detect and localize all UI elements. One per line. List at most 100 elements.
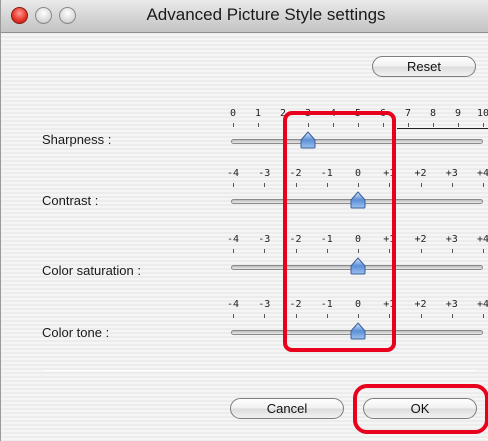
divider-line [397, 128, 488, 129]
tick-mark [308, 123, 309, 127]
tick-mark [451, 183, 453, 187]
tick-mark [358, 249, 359, 253]
tick-mark [389, 183, 391, 187]
tick-label: +1 [383, 299, 396, 310]
tick-label: +2 [414, 299, 427, 310]
tick-label: 1 [254, 108, 262, 119]
tick-label: +2 [414, 168, 427, 179]
cancel-button[interactable]: Cancel [230, 398, 344, 419]
close-window-icon[interactable] [11, 7, 28, 24]
tick-mark [295, 314, 297, 318]
tick-label: 3 [304, 108, 312, 119]
tick-mark [258, 123, 259, 127]
tick-label: +4 [476, 299, 488, 310]
tick-mark [233, 249, 234, 253]
tick-mark [264, 314, 266, 318]
tick-mark [264, 249, 266, 253]
tick-mark [408, 123, 409, 127]
tick-mark [389, 314, 391, 318]
tick-label: -2 [289, 168, 302, 179]
contrast-slider[interactable]: -4 -3 -2 -1 0 +1 +2 +3 +4 [226, 168, 488, 214]
tick-label: 2 [279, 108, 287, 119]
tick-mark [451, 314, 453, 318]
tick-mark [333, 123, 334, 127]
tick-label: 0 [229, 108, 237, 119]
color-tone-label: Color tone : [42, 325, 110, 340]
advanced-picture-style-dialog: Advanced Picture Style settings Reset Sh… [0, 0, 488, 441]
tick-mark [389, 249, 391, 253]
tick-mark [264, 183, 266, 187]
tick-label: -4 [226, 234, 240, 245]
tick-label: -3 [258, 299, 271, 310]
slider-track[interactable] [231, 139, 483, 144]
tick-label: +3 [445, 168, 458, 179]
tick-mark [451, 249, 453, 253]
tick-mark [295, 183, 297, 187]
tick-label: +2 [414, 234, 427, 245]
tick-mark [326, 314, 328, 318]
tick-label: -4 [226, 168, 240, 179]
tick-label: 0 [354, 234, 362, 245]
tick-mark [383, 123, 384, 127]
tick-label: +3 [445, 299, 458, 310]
tick-mark [295, 249, 297, 253]
tick-label: +3 [445, 234, 458, 245]
minimize-window-icon[interactable] [35, 7, 52, 24]
tick-mark [483, 123, 484, 127]
tick-label: 10 [476, 108, 488, 119]
tick-label: -3 [258, 234, 271, 245]
window-title: Advanced Picture Style settings [146, 5, 386, 24]
tick-label: -1 [320, 299, 333, 310]
tick-label: +4 [476, 234, 488, 245]
tick-label: +1 [383, 168, 396, 179]
tick-mark [233, 183, 234, 187]
tick-mark [233, 123, 234, 127]
tick-label: +4 [476, 168, 488, 179]
slider-thumb-icon[interactable] [350, 257, 366, 275]
reset-button[interactable]: Reset [372, 56, 476, 77]
tick-mark [326, 183, 328, 187]
tick-label: -1 [320, 168, 333, 179]
tick-label: -1 [320, 234, 333, 245]
tick-label: 0 [354, 168, 362, 179]
tick-mark [326, 249, 328, 253]
zoom-window-icon[interactable] [59, 7, 76, 24]
tick-label: 6 [379, 108, 387, 119]
slider-thumb-icon[interactable] [300, 131, 316, 149]
tick-label: -4 [226, 299, 240, 310]
tick-label: 8 [429, 108, 437, 119]
tick-label: -3 [258, 168, 271, 179]
tick-label: 4 [329, 108, 337, 119]
tick-mark [483, 314, 484, 318]
separator [42, 370, 477, 371]
tick-mark [458, 123, 459, 127]
tick-label: -2 [289, 299, 302, 310]
tick-mark [483, 249, 484, 253]
slider-thumb-icon[interactable] [350, 322, 366, 340]
color-tone-slider[interactable]: -4 -3 -2 -1 0 +1 +2 +3 +4 [226, 299, 488, 345]
tick-mark [358, 123, 359, 127]
tick-mark [233, 314, 234, 318]
tick-label: 7 [404, 108, 412, 119]
tick-mark [420, 314, 422, 318]
tick-label: 5 [354, 108, 362, 119]
color-saturation-label: Color saturation : [42, 263, 141, 278]
tick-mark [358, 183, 359, 187]
contrast-label: Contrast : [42, 193, 99, 208]
ok-button[interactable]: OK [363, 398, 477, 419]
title-bar[interactable]: Advanced Picture Style settings [1, 0, 488, 33]
tick-mark [420, 249, 422, 253]
color-saturation-slider[interactable]: -4 -3 -2 -1 0 +1 +2 +3 +4 [226, 234, 488, 280]
sharpness-slider[interactable]: 0 1 2 3 4 5 6 7 8 9 10 [226, 108, 488, 154]
tick-mark [483, 183, 484, 187]
tick-label: +1 [383, 234, 396, 245]
tick-mark [358, 314, 359, 318]
tick-mark [433, 123, 434, 127]
tick-label: 9 [454, 108, 462, 119]
tick-mark [283, 123, 284, 127]
tick-mark [420, 183, 422, 187]
tick-label: 0 [354, 299, 362, 310]
sharpness-label: Sharpness : [42, 132, 112, 147]
slider-thumb-icon[interactable] [350, 191, 366, 209]
tick-label: -2 [289, 234, 302, 245]
